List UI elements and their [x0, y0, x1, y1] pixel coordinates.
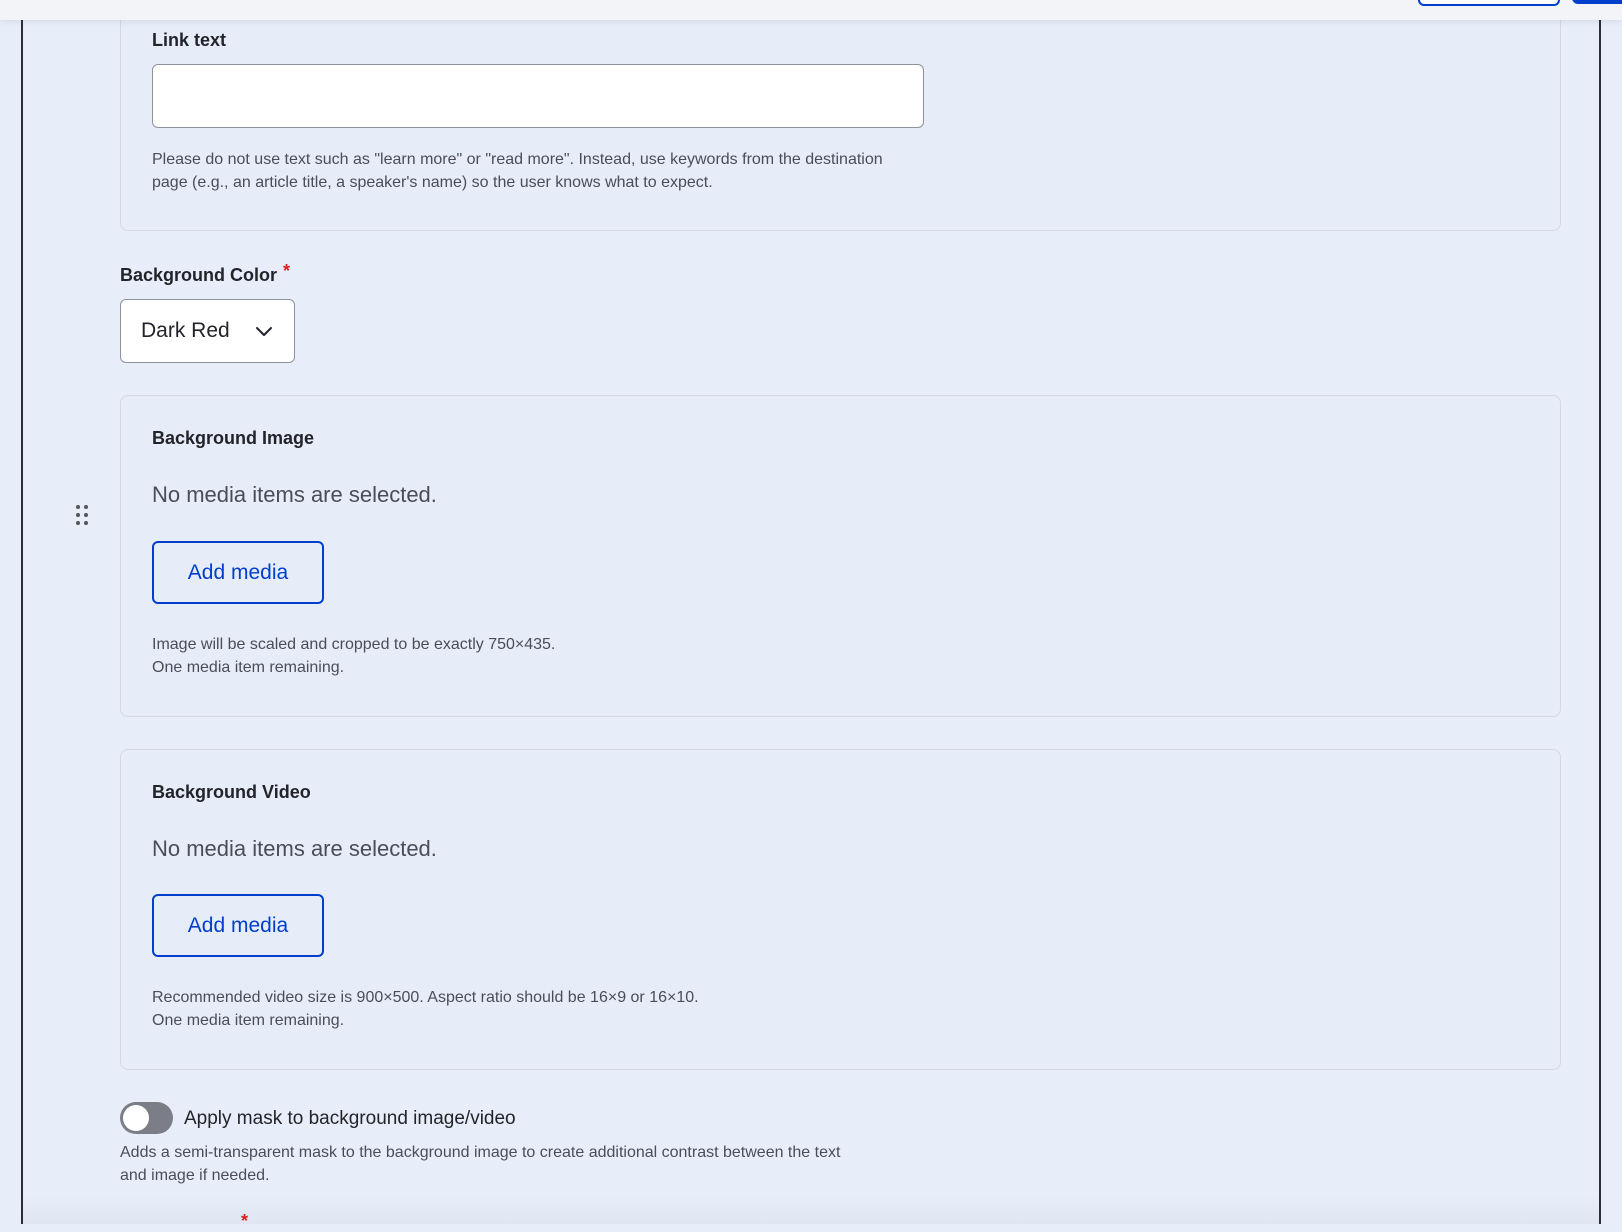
- drag-handle-icon[interactable]: [75, 504, 89, 526]
- toolbar-primary-button[interactable]: [1572, 0, 1622, 4]
- background-video-add-media-button[interactable]: Add media: [152, 894, 324, 957]
- background-video-empty-text: No media items are selected.: [152, 836, 437, 861]
- background-image-help: Image will be scaled and cropped to be e…: [152, 633, 555, 679]
- paragraph-frame-left-border: [21, 0, 23, 1224]
- background-image-help-line-2: One media item remaining.: [152, 659, 345, 676]
- mask-toggle-label[interactable]: Apply mask to background image/video: [184, 1108, 516, 1130]
- link-text-description-line-2: page (e.g., an article title, a speaker'…: [152, 174, 713, 191]
- paragraph-frame-right-border: [1599, 0, 1601, 1224]
- link-text-label: Link text: [152, 30, 227, 50]
- toolbar-secondary-button[interactable]: [1418, 0, 1560, 6]
- background-image-help-line-1: Image will be scaled and cropped to be e…: [152, 636, 556, 653]
- background-color-label: Background Color: [120, 265, 278, 285]
- link-text-input[interactable]: [152, 64, 924, 128]
- required-marker: *: [283, 261, 291, 281]
- background-video-label: Background Video: [152, 782, 311, 802]
- mask-toggle-switch[interactable]: [120, 1102, 173, 1134]
- background-color-select[interactable]: Dark Red: [120, 299, 295, 363]
- mask-toggle-description-line-2: and image if needed.: [120, 1167, 270, 1184]
- toggle-knob: [123, 1105, 149, 1131]
- link-text-description-line-1: Please do not use text such as "learn mo…: [152, 151, 883, 168]
- bottom-scroll-fade: [23, 1196, 1599, 1224]
- background-image-add-media-button[interactable]: Add media: [152, 541, 324, 604]
- background-image-empty-text: No media items are selected.: [152, 482, 437, 507]
- background-video-help-line-2: One media item remaining.: [152, 1012, 345, 1029]
- background-image-label: Background Image: [152, 428, 315, 448]
- chevron-down-icon: [256, 327, 272, 336]
- mask-toggle-description: Adds a semi-transparent mask to the back…: [120, 1141, 840, 1187]
- background-color-selected-value: Dark Red: [141, 319, 230, 342]
- top-toolbar: [0, 0, 1622, 20]
- link-text-description: Please do not use text such as "learn mo…: [152, 148, 883, 194]
- next-field-required-marker: *: [241, 1211, 249, 1231]
- mask-toggle-description-line-1: Adds a semi-transparent mask to the back…: [120, 1144, 841, 1161]
- background-video-help-line-1: Recommended video size is 900×500. Aspec…: [152, 989, 699, 1006]
- background-video-help: Recommended video size is 900×500. Aspec…: [152, 986, 699, 1032]
